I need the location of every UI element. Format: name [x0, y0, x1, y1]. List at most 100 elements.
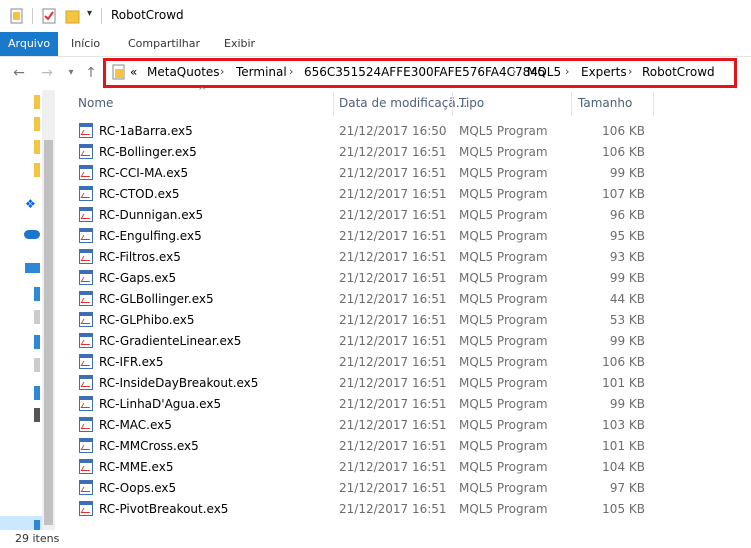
recent-locations-chevron-icon[interactable]: ▾ [62, 64, 80, 82]
folder-icon[interactable] [34, 140, 40, 154]
folder-icon[interactable] [34, 117, 40, 131]
file-name: RC-MMCross.ex5 [99, 439, 199, 453]
breadcrumb-separator-icon[interactable]: › [289, 65, 293, 78]
folder-icon[interactable] [34, 95, 40, 109]
customize-quick-access-icon[interactable]: ▾ [87, 8, 92, 19]
file-date: 21/12/2017 16:51 [339, 313, 447, 327]
file-row[interactable]: RC-MAC.ex5 21/12/2017 16:51 MQL5 Program 10… [55, 415, 751, 436]
file-type: MQL5 Program [459, 271, 548, 285]
column-header-row: Nome ^ Data de modificaçã... Tipo Tamanh… [55, 86, 751, 116]
downloads-icon[interactable] [34, 335, 40, 349]
drive-icon[interactable] [34, 287, 40, 301]
breadcrumb-separator-icon[interactable]: › [628, 65, 632, 78]
file-row[interactable]: RC-Dunnigan.ex5 21/12/2017 16:51 MQL5 Prog… [55, 205, 751, 226]
file-type: MQL5 Program [459, 481, 548, 495]
file-row[interactable]: RC-GradienteLinear.ex5 21/12/2017 16:51 MQ… [55, 331, 751, 352]
file-type: MQL5 Program [459, 166, 548, 180]
music-icon[interactable] [34, 358, 40, 372]
file-row[interactable]: RC-PivotBreakout.ex5 21/12/2017 16:51 MQL5… [55, 499, 751, 520]
file-row[interactable]: RC-MME.ex5 21/12/2017 16:51 MQL5 Program 10… [55, 457, 751, 478]
file-row[interactable]: RC-Engulfing.ex5 21/12/2017 16:51 MQL5 Pro… [55, 226, 751, 247]
breadcrumb-terminal-id[interactable]: 656C351524AFFE300FAFE576FA4C7845 [304, 65, 546, 79]
file-row[interactable]: RC-Bollinger.ex5 21/12/2017 16:51 MQL5 Pro… [55, 142, 751, 163]
file-date: 21/12/2017 16:51 [339, 271, 447, 285]
file-row[interactable]: RC-GLBollinger.ex5 21/12/2017 16:51 MQL5 P… [55, 289, 751, 310]
checkmark-icon[interactable] [42, 8, 56, 24]
column-divider[interactable] [452, 92, 453, 116]
column-header-size[interactable]: Tamanho [578, 96, 632, 110]
back-arrow-icon[interactable]: ← [10, 64, 28, 82]
file-type: MQL5 Program [459, 355, 548, 369]
breadcrumb-overflow[interactable]: « [130, 65, 137, 79]
videos-icon[interactable] [34, 408, 40, 422]
file-row[interactable]: RC-Filtros.ex5 21/12/2017 16:51 MQL5 Progr… [55, 247, 751, 268]
file-row[interactable]: RC-CTOD.ex5 21/12/2017 16:51 MQL5 Program 1… [55, 184, 751, 205]
file-date: 21/12/2017 16:51 [339, 418, 447, 432]
navigation-pane-scrollbar-thumb[interactable] [44, 140, 53, 525]
file-type: MQL5 Program [459, 502, 548, 516]
file-row[interactable]: RC-1aBarra.ex5 21/12/2017 16:50 MQL5 Progr… [55, 121, 751, 142]
file-size: 99 KB [609, 334, 645, 348]
file-name: RC-1aBarra.ex5 [99, 124, 193, 138]
breadcrumb-mql5[interactable]: MQL5 [527, 65, 561, 79]
forward-arrow-icon[interactable]: → [38, 64, 56, 82]
breadcrumb-terminal[interactable]: Terminal [236, 65, 287, 79]
mql5-program-icon [79, 228, 93, 243]
documents-icon[interactable] [34, 310, 40, 324]
breadcrumb-separator-icon[interactable]: › [565, 65, 569, 78]
pictures-icon[interactable] [34, 386, 40, 400]
breadcrumb-experts[interactable]: Experts [581, 65, 627, 79]
column-header-type[interactable]: Tipo [459, 96, 484, 110]
dropbox-icon[interactable]: ❖ [25, 197, 39, 211]
sort-ascending-icon: ^ [198, 86, 207, 97]
file-date: 21/12/2017 16:51 [339, 187, 447, 201]
file-name: RC-InsideDayBreakout.ex5 [99, 376, 259, 390]
tab-compartilhar[interactable]: Compartilhar [119, 32, 209, 56]
file-row[interactable]: RC-LinhaD'Agua.ex5 21/12/2017 16:51 MQL5 P… [55, 394, 751, 415]
file-row[interactable]: RC-CCI-MA.ex5 21/12/2017 16:51 MQL5 Progra… [55, 163, 751, 184]
file-row[interactable]: RC-GLPhibo.ex5 21/12/2017 16:51 MQL5 Progr… [55, 310, 751, 331]
file-size: 53 KB [609, 313, 645, 327]
column-divider[interactable] [653, 92, 654, 116]
file-type: MQL5 Program [459, 187, 548, 201]
tab-exibir[interactable]: Exibir [215, 32, 264, 56]
mql5-program-icon [79, 396, 93, 411]
file-name: RC-PivotBreakout.ex5 [99, 502, 229, 516]
tab-inicio[interactable]: Início [62, 32, 109, 56]
this-pc-icon[interactable] [25, 263, 40, 273]
file-row[interactable]: RC-InsideDayBreakout.ex5 21/12/2017 16:51… [55, 373, 751, 394]
file-size: 99 KB [609, 397, 645, 411]
breadcrumb-metaquotes[interactable]: MetaQuotes [147, 65, 220, 79]
column-header-name[interactable]: Nome [78, 96, 113, 110]
file-date: 21/12/2017 16:51 [339, 439, 447, 453]
properties-icon[interactable] [10, 8, 24, 24]
new-folder-icon[interactable] [65, 8, 80, 24]
mql5-program-icon [79, 165, 93, 180]
column-divider[interactable] [333, 92, 334, 116]
mql5-program-icon [79, 270, 93, 285]
breadcrumb-robotcrowd[interactable]: RobotCrowd [642, 65, 715, 79]
separator [101, 8, 102, 24]
file-name: RC-CCI-MA.ex5 [99, 166, 189, 180]
file-row[interactable]: RC-Oops.ex5 21/12/2017 16:51 MQL5 Program 9… [55, 478, 751, 499]
folder-icon[interactable] [34, 163, 40, 177]
onedrive-icon[interactable] [24, 230, 40, 239]
up-arrow-icon[interactable]: ↑ [82, 64, 100, 82]
address-bar[interactable]: « MetaQuotes › Terminal › 656C351524AFFE… [103, 58, 737, 88]
breadcrumb-separator-icon[interactable]: › [512, 65, 516, 78]
navigation-pane[interactable]: ❖ [0, 90, 42, 538]
file-name: RC-Oops.ex5 [99, 481, 177, 495]
breadcrumb-separator-icon[interactable]: › [220, 65, 224, 78]
file-size: 107 KB [602, 187, 645, 201]
file-row[interactable]: RC-IFR.ex5 21/12/2017 16:51 MQL5 Program 10… [55, 352, 751, 373]
mql5-program-icon [79, 501, 93, 516]
tab-arquivo[interactable]: Arquivo [0, 32, 59, 56]
file-type: MQL5 Program [459, 418, 548, 432]
mql5-program-icon [79, 207, 93, 222]
column-divider[interactable] [571, 92, 572, 116]
file-row[interactable]: RC-MMCross.ex5 21/12/2017 16:51 MQL5 Progr… [55, 436, 751, 457]
file-row[interactable]: RC-Gaps.ex5 21/12/2017 16:51 MQL5 Program 9… [55, 268, 751, 289]
mql5-program-icon [79, 123, 93, 138]
column-header-date[interactable]: Data de modificaçã... [339, 96, 467, 110]
title-bar: ▾ RobotCrowd [0, 0, 751, 32]
